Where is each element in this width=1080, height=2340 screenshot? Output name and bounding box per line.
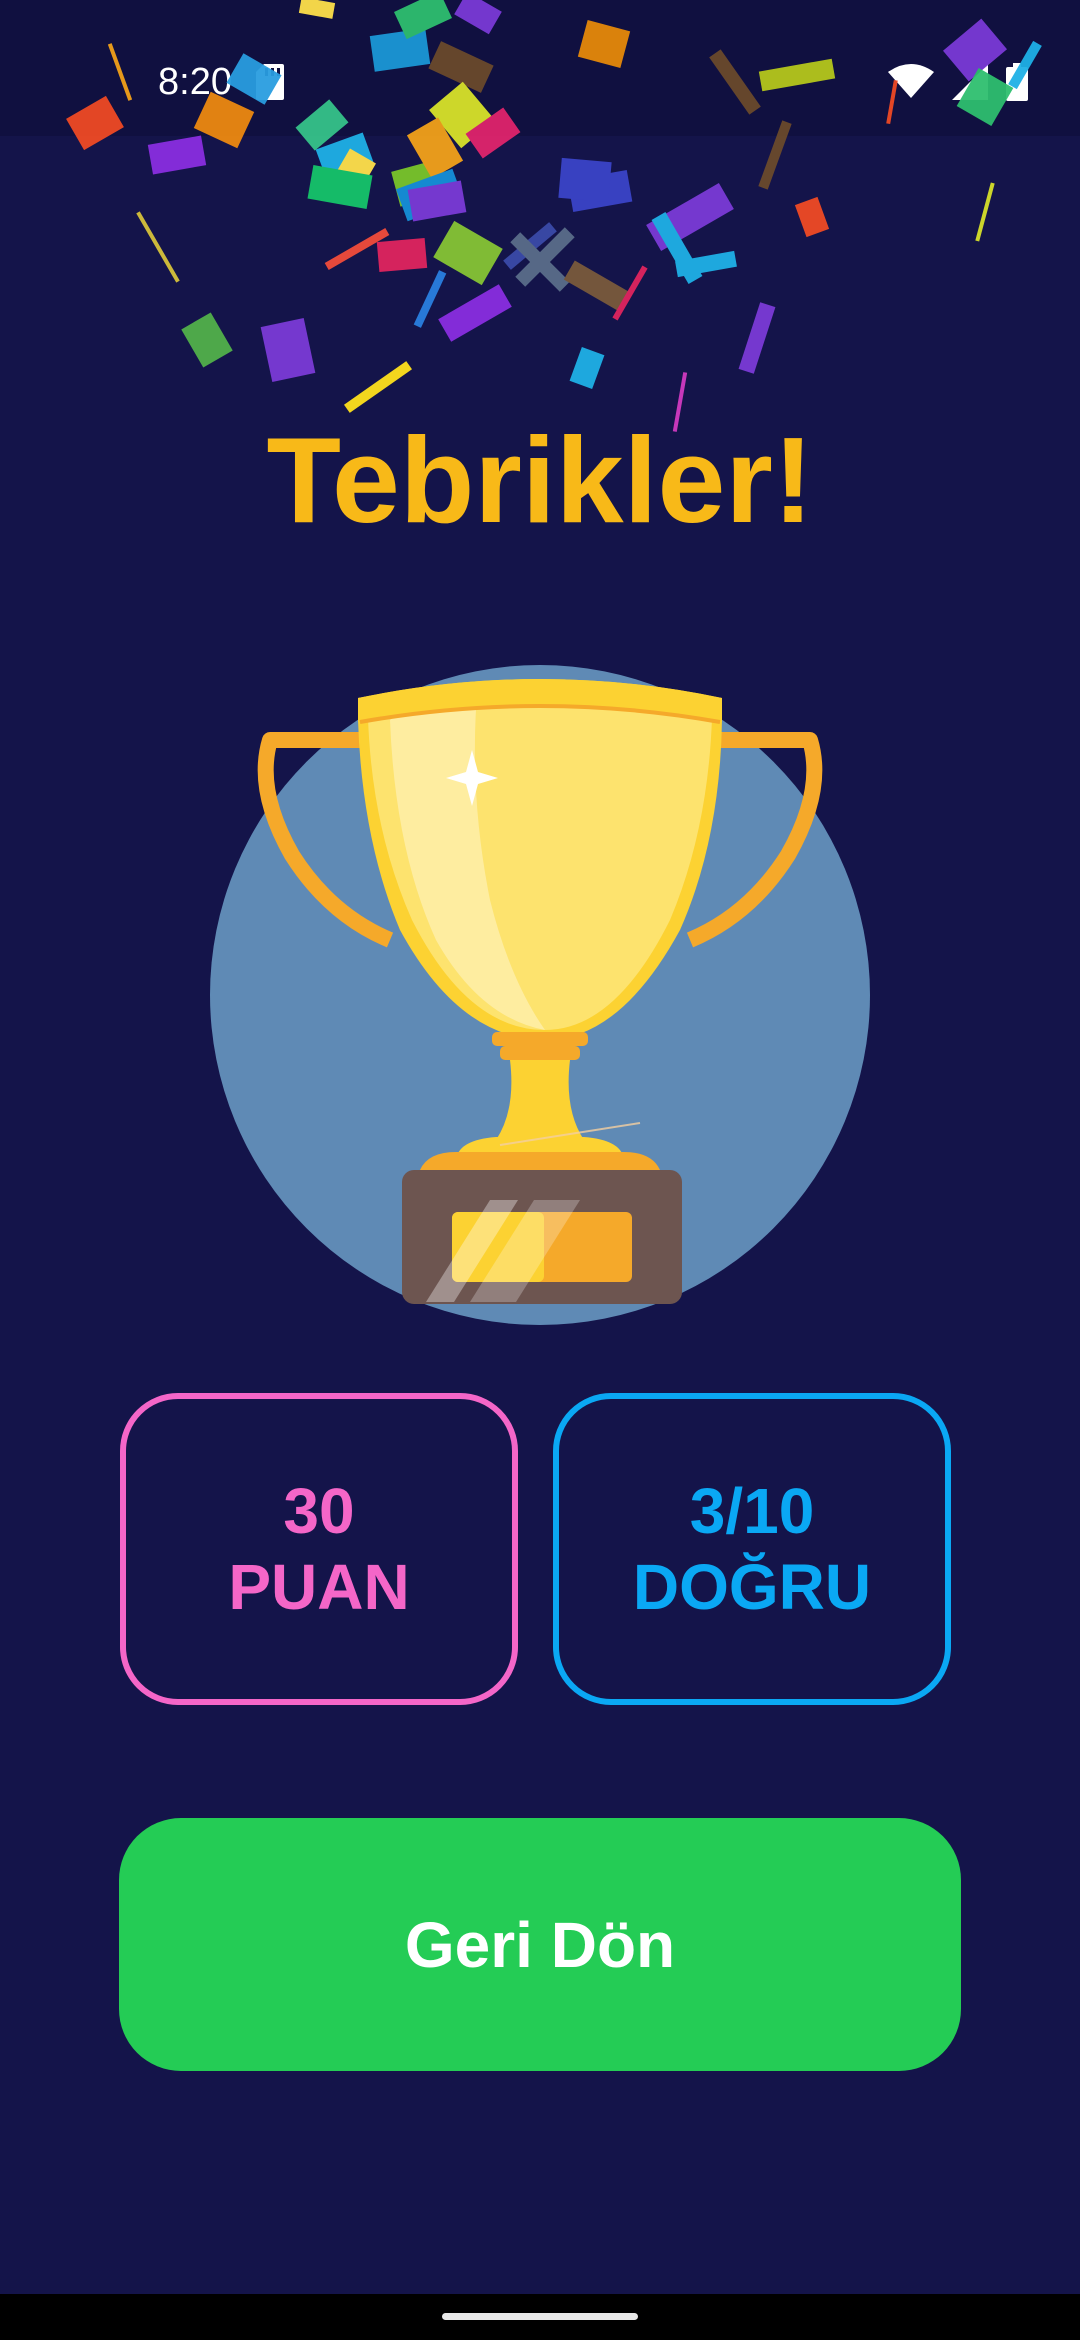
correct-answers-value: 3/10 <box>689 1475 815 1547</box>
trophy-icon <box>210 665 870 1325</box>
correct-answers-card: 3/10 DOĞRU <box>553 1393 951 1705</box>
home-gesture-handle[interactable] <box>442 2313 638 2320</box>
battery-icon <box>1006 63 1028 101</box>
wifi-icon <box>888 64 934 98</box>
score-value: 30 <box>283 1475 355 1547</box>
back-button[interactable]: Geri Dön <box>119 1818 961 2071</box>
status-icons <box>888 60 1028 104</box>
navigation-bar <box>0 2294 1080 2340</box>
congratulations-title: Tebrikler! <box>266 412 814 548</box>
cellular-signal-icon <box>952 64 988 100</box>
sd-card-icon <box>256 64 284 100</box>
correct-answers-label: DOĞRU <box>632 1551 872 1623</box>
score-card: 30 PUAN <box>120 1393 518 1705</box>
quiz-result-screen: 8:20 Tebrikler! 30 PUAN 3/10 DOĞRU Geri … <box>0 0 1080 2340</box>
score-label: PUAN <box>228 1551 410 1623</box>
status-bar: 8:20 <box>0 0 1080 136</box>
status-time: 8:20 <box>158 61 232 103</box>
